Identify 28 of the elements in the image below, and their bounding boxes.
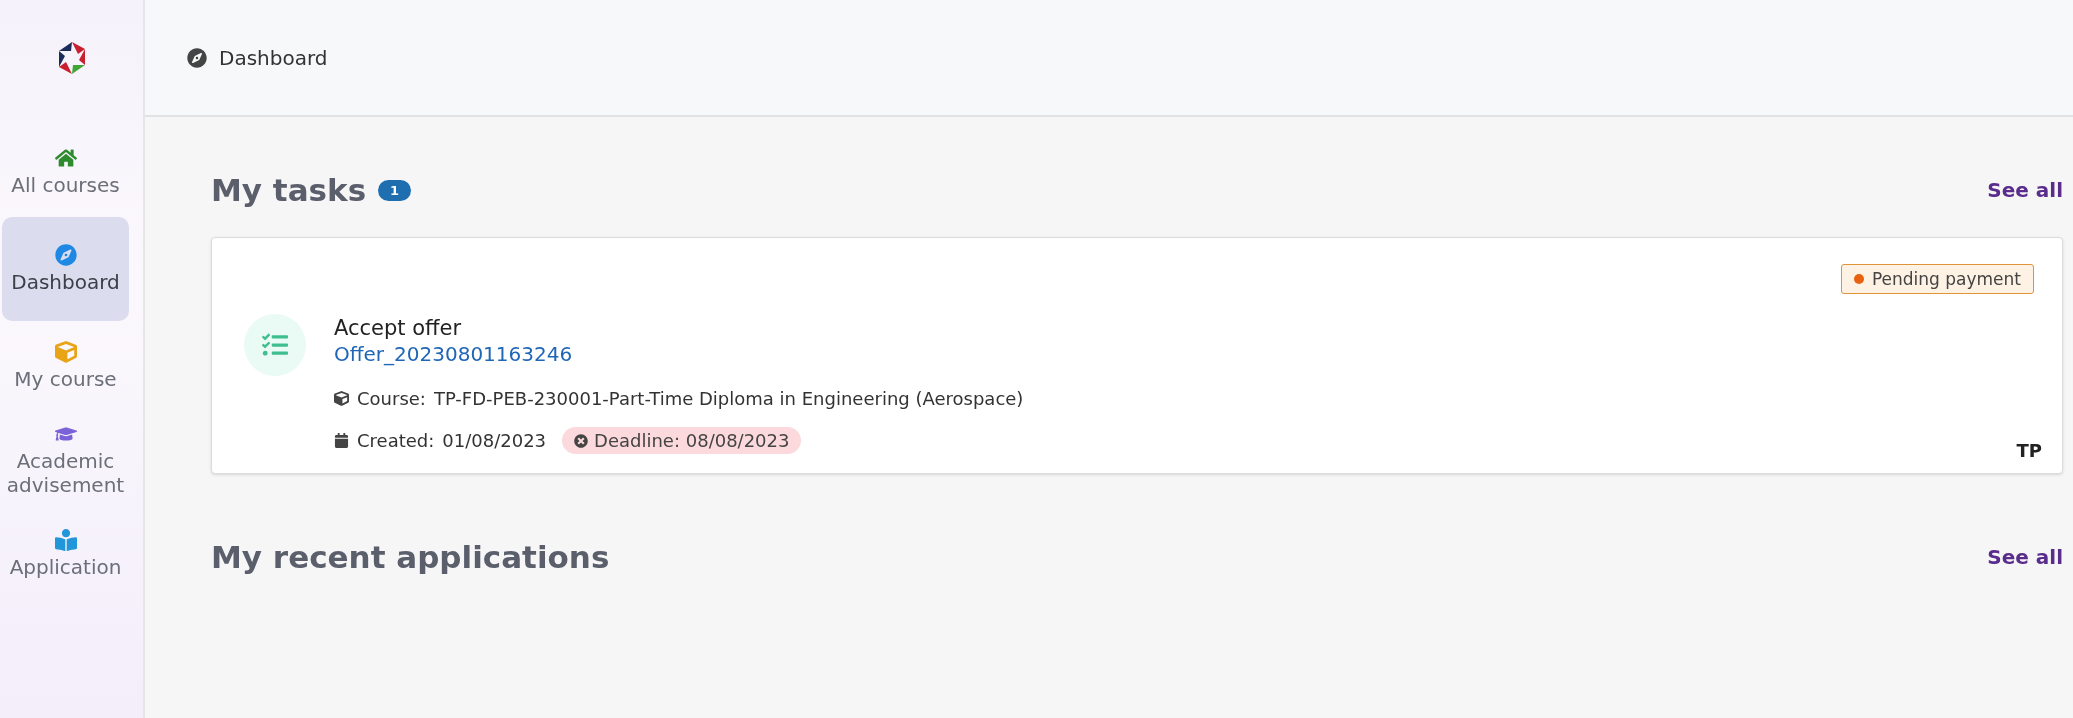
sidebar-item[interactable]: All courses — [2, 135, 129, 209]
section-title: My recent applications — [211, 539, 610, 575]
sidebar-item[interactable]: Academic advisement — [2, 411, 129, 509]
offer-link[interactable]: Offer_20230801163246 — [334, 342, 2042, 366]
status-badge: Pending payment — [1840, 264, 2034, 294]
compass-icon — [54, 244, 77, 266]
task-title: Accept offer — [334, 316, 463, 340]
home-icon — [54, 147, 77, 169]
course-label: Course: — [357, 388, 426, 409]
task-card[interactable]: Accept offer Offer_20230801163246 Course: TP-FD-PEB-230001-Part-Time Diploma in Engineering (Aerospace) Created: 01/08/2023 Deadline: 08/08/2023 Pending payment TP — [211, 237, 2063, 474]
sidebar-item[interactable]: My course — [2, 329, 129, 403]
see-all-link[interactable]: See all — [1987, 178, 2063, 202]
count-badge: 1 — [378, 179, 412, 201]
sidebar-item[interactable]: Application — [2, 517, 129, 591]
cube-icon — [54, 341, 77, 363]
breadcrumb: Dashboard — [219, 45, 328, 70]
section-title: My tasks — [211, 172, 367, 208]
institution-tag: TP — [2016, 440, 2042, 461]
see-all-link[interactable]: See all — [1987, 545, 2063, 569]
deadline-badge: Deadline: 08/08/2023 — [562, 427, 802, 454]
created-label: Created: — [357, 430, 435, 451]
course-name: TP-FD-PEB-230001-Part-Time Diploma in Engineering (Aerospace) — [433, 388, 1024, 409]
cube-icon — [334, 391, 349, 406]
sidebar-item[interactable]: Dashboard — [2, 217, 129, 321]
created-date: 01/08/2023 — [442, 430, 547, 451]
calendar-icon — [334, 433, 349, 448]
compass-icon — [187, 47, 207, 68]
reader-icon — [54, 529, 77, 551]
